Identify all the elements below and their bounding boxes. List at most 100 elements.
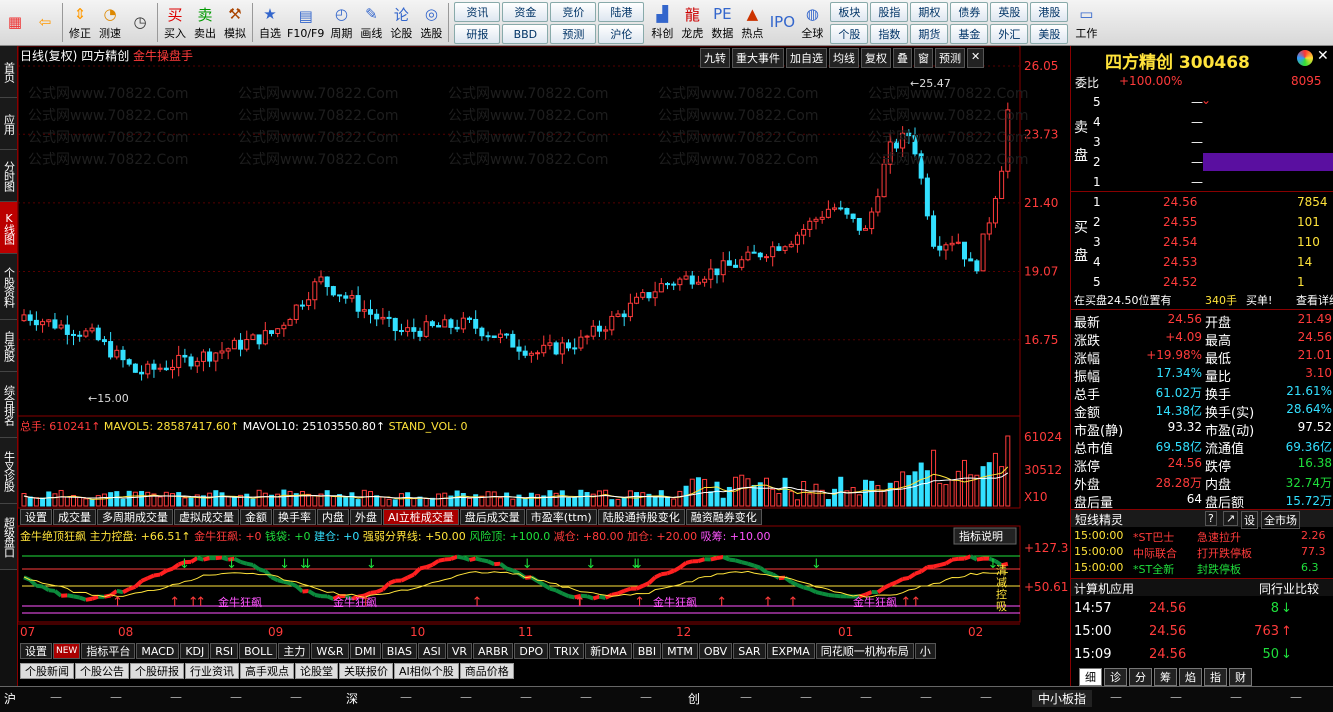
indicator-tab-10[interactable]: ASI: [418, 643, 446, 659]
quick-link-button[interactable]: 研报: [454, 24, 501, 44]
info-tab-5[interactable]: 论股堂: [295, 663, 338, 679]
chart-button-5[interactable]: 叠: [893, 48, 912, 68]
indicator-tab-4[interactable]: RSI: [210, 643, 239, 659]
chart-canvas[interactable]: 日线(复权) 四方精创 金牛操盘手 26.05 23.73 21.40 19.07 16.…: [17, 45, 1070, 642]
panel-tab-6[interactable]: 财: [1229, 668, 1252, 686]
quick-link-button[interactable]: 沪伦: [598, 24, 645, 44]
toolbar-left-button-11[interactable]: ✎ 画线: [356, 0, 386, 45]
indicator-tab-22[interactable]: 小: [914, 643, 936, 659]
industry-compare-button[interactable]: 同行业比较: [1259, 580, 1319, 597]
indicator-tab-17[interactable]: MTM: [662, 643, 698, 659]
indicator-tab-8[interactable]: DMI: [349, 643, 381, 659]
volume-tab-7[interactable]: 外盘: [350, 509, 382, 525]
market-link-button[interactable]: 外汇: [990, 24, 1029, 44]
indicator-tab-2[interactable]: MACD: [136, 643, 180, 659]
left-tab-1[interactable]: 应用: [0, 98, 17, 150]
indicator-tab-14[interactable]: TRIX: [549, 643, 585, 659]
left-tab-3[interactable]: K线图: [0, 202, 17, 254]
toolbar-mid-button-0[interactable]: ▟ 科创: [647, 0, 677, 45]
volume-tab-2[interactable]: 多周期成交量: [97, 509, 173, 525]
left-tab-5[interactable]: 自选股: [0, 320, 17, 372]
market-link-button[interactable]: 港股: [1030, 2, 1069, 22]
toolbar-left-button-8[interactable]: ★ 自选: [255, 0, 285, 45]
volume-tab-10[interactable]: 市盈率(ttm): [525, 509, 597, 525]
event-stock[interactable]: *ST巴士: [1133, 529, 1174, 545]
info-tab-3[interactable]: 行业资讯: [185, 663, 239, 679]
volume-tab-11[interactable]: 陆股通持股变化: [597, 509, 685, 525]
volume-tab-5[interactable]: 换手率: [273, 509, 316, 525]
left-tab-8[interactable]: 超级盘口: [0, 504, 17, 570]
market-link-button[interactable]: 英股: [990, 2, 1029, 22]
indicator-tab-5[interactable]: BOLL: [239, 643, 278, 659]
toolbar-left-button-2[interactable]: ⇕ 修正: [65, 0, 95, 45]
info-tab-4[interactable]: 高手观点: [240, 663, 294, 679]
event-stock[interactable]: *ST全新: [1133, 561, 1174, 577]
toolbar-mid-button-2[interactable]: PE 数据: [707, 0, 737, 45]
short-line-button-3[interactable]: 全市场: [1261, 511, 1300, 529]
panel-tab-4[interactable]: 焰: [1179, 668, 1202, 686]
quick-link-button[interactable]: 资金: [502, 2, 549, 22]
indicator-tab-6[interactable]: 主力: [278, 643, 311, 659]
toolbar-left-button-7[interactable]: ⚒ 模拟: [220, 0, 250, 45]
k-line-chart-area[interactable]: 日线(复权) 四方精创 金牛操盘手 26.05 23.73 21.40 19.07 16.…: [17, 45, 1070, 642]
indicator-tab-19[interactable]: SAR: [733, 643, 766, 659]
chart-button-2[interactable]: 加自选: [786, 48, 827, 68]
volume-tab-8[interactable]: AI立桩成交量: [383, 509, 459, 525]
indicator-tab-13[interactable]: DPO: [514, 643, 549, 659]
chart-button-6[interactable]: 窗: [914, 48, 933, 68]
toolbar-mid-button-5[interactable]: ◍ 全球: [797, 0, 827, 45]
toolbar-left-button-9[interactable]: ▤ F10/F9: [285, 0, 326, 45]
toolbar-left-button-1[interactable]: ⇦: [30, 0, 60, 45]
volume-tab-9[interactable]: 盘后成交量: [459, 509, 525, 525]
panel-tab-0[interactable]: 细: [1079, 668, 1102, 686]
market-link-button[interactable]: 股指: [870, 2, 909, 22]
quick-link-button[interactable]: BBD: [502, 24, 549, 44]
toolbar-left-button-0[interactable]: ▦: [0, 0, 30, 45]
cy-index-label[interactable]: 创: [688, 690, 700, 707]
quick-link-button[interactable]: 预测: [550, 24, 597, 44]
info-tab-2[interactable]: 个股研报: [130, 663, 184, 679]
view-detail-link[interactable]: 查看详细: [1296, 292, 1333, 308]
indicator-tab-1[interactable]: 指标平台: [81, 643, 136, 659]
volume-tab-4[interactable]: 金额: [240, 509, 272, 525]
chart-close-icon[interactable]: ✕: [967, 48, 985, 68]
volume-tab-12[interactable]: 融资融券变化: [685, 509, 762, 525]
market-link-button[interactable]: 期权: [910, 2, 949, 22]
left-tab-4[interactable]: 个股资料: [0, 254, 17, 320]
volume-tab-0[interactable]: 设置: [20, 509, 52, 525]
toolbar-left-button-6[interactable]: 卖卖出: [190, 0, 220, 45]
event-stock[interactable]: 中际联合: [1133, 545, 1177, 561]
short-line-button-1[interactable]: ↗: [1223, 511, 1239, 526]
indicator-tab-0[interactable]: 设置: [20, 643, 52, 659]
market-link-button[interactable]: 基金: [950, 24, 989, 44]
sz-index-label[interactable]: 深: [346, 690, 358, 707]
sh-index-label[interactable]: 沪: [4, 690, 16, 707]
left-tab-7[interactable]: 牛叉诊股: [0, 438, 17, 504]
panel-tab-2[interactable]: 分: [1129, 668, 1152, 686]
market-link-button[interactable]: 指数: [870, 24, 909, 44]
toolbar-left-button-12[interactable]: 论论股: [386, 0, 416, 45]
panel-tab-5[interactable]: 指: [1204, 668, 1227, 686]
indicator-tab-15[interactable]: 新DMA: [585, 643, 632, 659]
indicator-tab-20[interactable]: EXPMA: [766, 643, 815, 659]
chart-button-4[interactable]: 复权: [861, 48, 891, 68]
info-tab-6[interactable]: 关联报价: [339, 663, 393, 679]
indicator-tab-9[interactable]: BIAS: [381, 643, 418, 659]
info-tab-7[interactable]: AI相似个股: [394, 663, 459, 679]
indicator-tab-16[interactable]: BBI: [632, 643, 662, 659]
info-tab-0[interactable]: 个股新闻: [20, 663, 74, 679]
chart-button-3[interactable]: 均线: [829, 48, 859, 68]
volume-tab-1[interactable]: 成交量: [53, 509, 96, 525]
toolbar-mid-button-3[interactable]: ▲ 热点: [737, 0, 767, 45]
volume-tab-6[interactable]: 内盘: [317, 509, 349, 525]
short-line-button-2[interactable]: 设: [1241, 511, 1258, 529]
toolbar-mid-button-1[interactable]: 龍龙虎: [677, 0, 707, 45]
indicator-tab-3[interactable]: KDJ: [180, 643, 210, 659]
indicator-tab-18[interactable]: OBV: [698, 643, 733, 659]
toolbar-left-button-10[interactable]: ◴ 周期: [326, 0, 356, 45]
toolbar-mid-button-4[interactable]: IPO: [767, 0, 797, 45]
quick-link-button[interactable]: 资讯: [454, 2, 501, 22]
chart-button-0[interactable]: 九转: [700, 48, 730, 68]
panel-tab-1[interactable]: 诊: [1104, 668, 1127, 686]
toolbar-left-button-3[interactable]: ◔ 测速: [95, 0, 125, 45]
